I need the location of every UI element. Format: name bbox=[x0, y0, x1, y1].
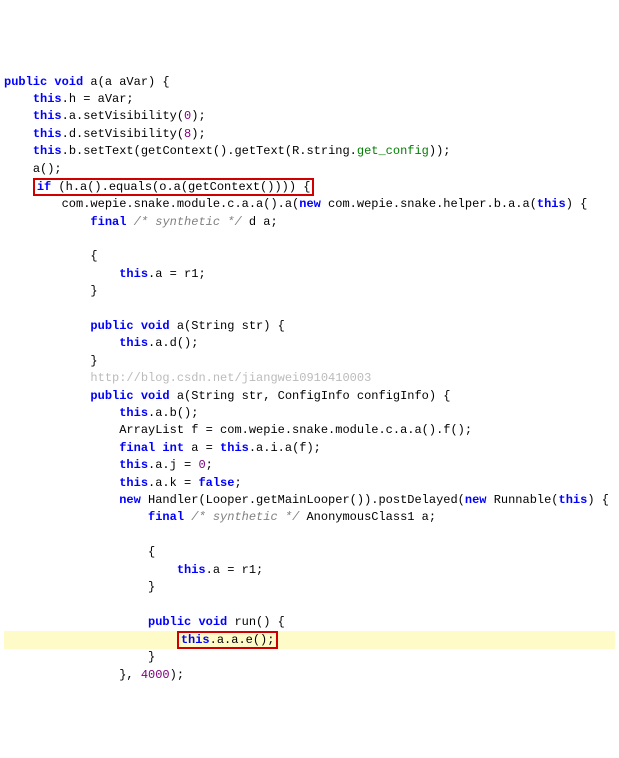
text: ); bbox=[191, 127, 205, 141]
keyword: final bbox=[90, 215, 126, 229]
keyword: final bbox=[148, 510, 184, 524]
number: 4000 bbox=[141, 668, 170, 682]
brace: { bbox=[148, 545, 155, 559]
brace: } bbox=[148, 650, 155, 664]
text: a(a aVar) { bbox=[83, 75, 169, 89]
number: 0 bbox=[198, 458, 205, 472]
keyword: this bbox=[119, 458, 148, 472]
watermark: http://blog.csdn.net/jiangwei0910410003 bbox=[4, 371, 371, 385]
comment: /* synthetic */ bbox=[184, 510, 299, 524]
text: ArrayList f = com.wepie.snake.module.c.a… bbox=[119, 423, 472, 437]
text: .d.setVisibility( bbox=[62, 127, 184, 141]
string: get_config bbox=[357, 144, 429, 158]
keyword: this bbox=[33, 144, 62, 158]
text: AnonymousClass1 a; bbox=[299, 510, 436, 524]
keyword: new bbox=[299, 197, 321, 211]
keyword: this bbox=[119, 336, 148, 350]
keyword: this bbox=[119, 406, 148, 420]
text: d a; bbox=[242, 215, 278, 229]
comment: /* synthetic */ bbox=[126, 215, 241, 229]
text: Runnable( bbox=[487, 493, 559, 507]
keyword: this bbox=[33, 92, 62, 106]
text: ); bbox=[170, 668, 184, 682]
text: .a.a.e(); bbox=[210, 633, 275, 647]
code-block: public void a(a aVar) { this.h = aVar; t… bbox=[4, 75, 615, 682]
highlighted-line: this.a.a.e(); bbox=[4, 631, 615, 649]
text: a(String str, ConfigInfo configInfo) { bbox=[170, 389, 451, 403]
text: ) { bbox=[566, 197, 588, 211]
keyword: public void bbox=[90, 319, 169, 333]
text: com.wepie.snake.helper.b.a.a( bbox=[321, 197, 537, 211]
text: .b.setText(getContext().getText(R.string… bbox=[62, 144, 357, 158]
brace: } bbox=[90, 284, 97, 298]
text: ) { bbox=[587, 493, 609, 507]
text: .a.d(); bbox=[148, 336, 198, 350]
text: .a.setVisibility( bbox=[62, 109, 184, 123]
keyword: if bbox=[37, 180, 51, 194]
keyword: this bbox=[119, 267, 148, 281]
keyword: this bbox=[181, 633, 210, 647]
text: .a.i.a(f); bbox=[249, 441, 321, 455]
text: ; bbox=[206, 458, 213, 472]
keyword: false bbox=[198, 476, 234, 490]
keyword: new bbox=[119, 493, 141, 507]
keyword: public void bbox=[90, 389, 169, 403]
text: .a.k = bbox=[148, 476, 198, 490]
highlighted-call: this.a.a.e(); bbox=[177, 631, 279, 649]
keyword: this bbox=[119, 476, 148, 490]
text: run() { bbox=[227, 615, 285, 629]
text: .a.j = bbox=[148, 458, 198, 472]
text: .h = aVar; bbox=[62, 92, 134, 106]
highlighted-if-condition: if (h.a().equals(o.a(getContext()))) { bbox=[33, 178, 315, 196]
keyword: this bbox=[33, 109, 62, 123]
keyword: this bbox=[33, 127, 62, 141]
text: .a.b(); bbox=[148, 406, 198, 420]
keyword: public void bbox=[4, 75, 83, 89]
text: com.wepie.snake.module.c.a.a().a( bbox=[62, 197, 300, 211]
keyword: this bbox=[537, 197, 566, 211]
text: Handler(Looper.getMainLooper()).postDela… bbox=[141, 493, 465, 507]
brace: { bbox=[90, 249, 97, 263]
keyword: public void bbox=[148, 615, 227, 629]
text: ); bbox=[191, 109, 205, 123]
keyword: this bbox=[220, 441, 249, 455]
text: a(); bbox=[33, 162, 62, 176]
text: a = bbox=[184, 441, 220, 455]
text: .a = r1; bbox=[148, 267, 206, 281]
keyword: this bbox=[559, 493, 588, 507]
keyword: final int bbox=[119, 441, 184, 455]
text: }, bbox=[119, 668, 141, 682]
brace: } bbox=[148, 580, 155, 594]
keyword: new bbox=[465, 493, 487, 507]
text: )); bbox=[429, 144, 451, 158]
text: a(String str) { bbox=[170, 319, 285, 333]
text: ; bbox=[234, 476, 241, 490]
brace: } bbox=[90, 354, 97, 368]
text: (h.a().equals(o.a(getContext()))) { bbox=[51, 180, 310, 194]
